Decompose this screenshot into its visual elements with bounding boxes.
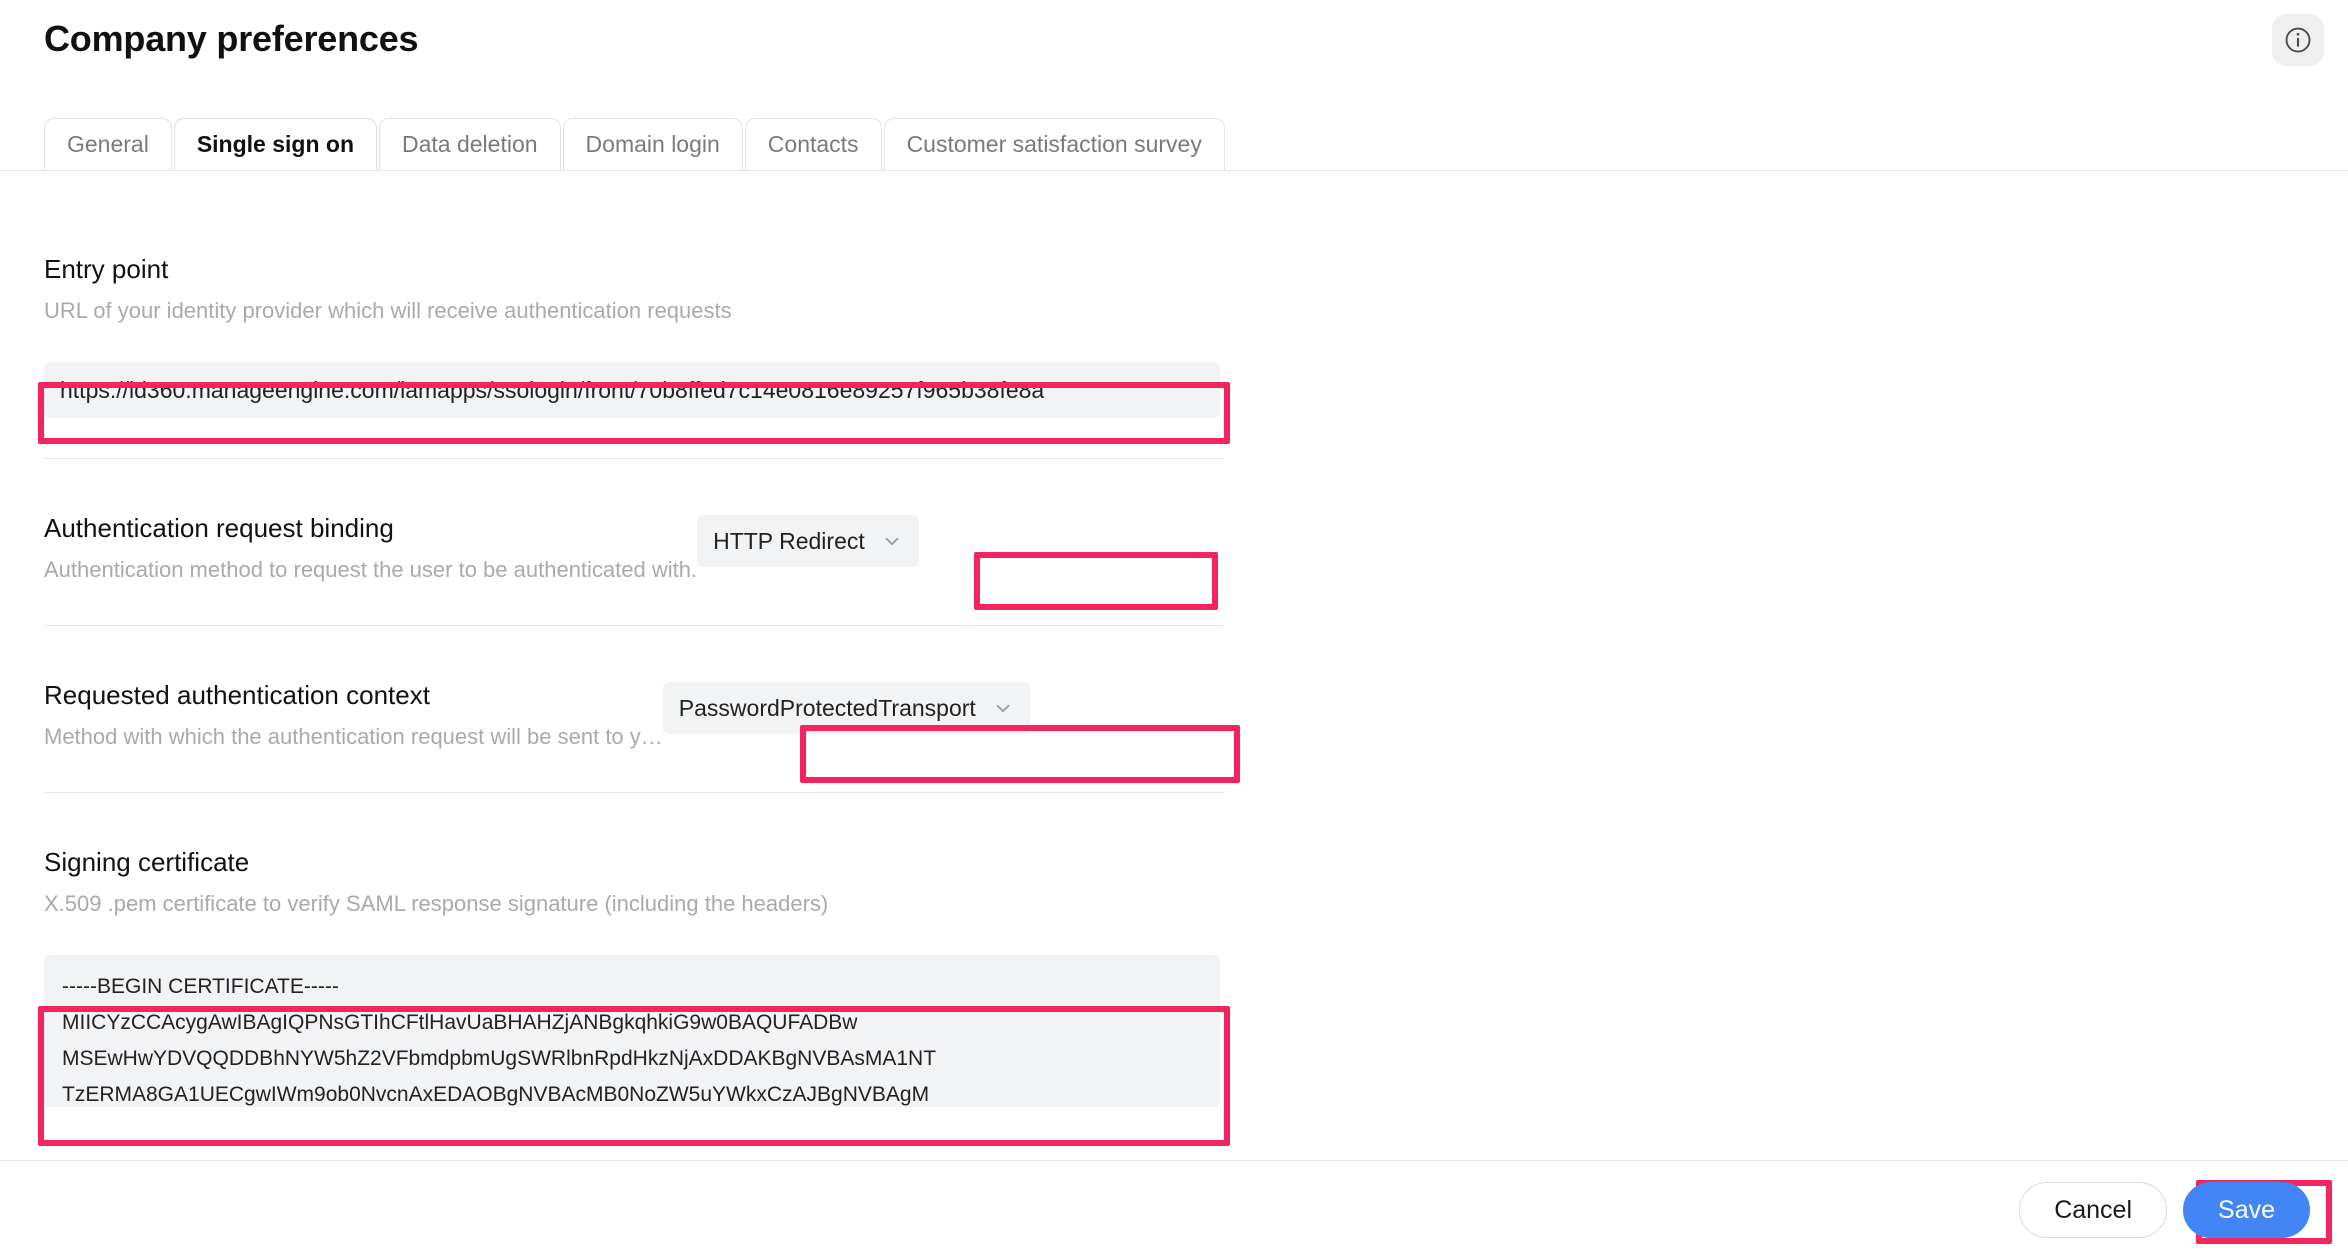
- field-label: Entry point: [44, 252, 844, 286]
- field-description: URL of your identity provider which will…: [44, 296, 844, 326]
- tab-general[interactable]: General: [44, 118, 172, 170]
- field-signing-certificate-texts: Signing certificate X.509 .pem certifica…: [44, 845, 844, 919]
- field-label: Signing certificate: [44, 845, 844, 879]
- page-title: Company preferences: [44, 18, 418, 60]
- save-button[interactable]: Save: [2183, 1182, 2310, 1238]
- tab-label: Single sign on: [197, 131, 354, 158]
- tabs-underline: [0, 170, 2348, 171]
- requested-auth-context-select[interactable]: PasswordProtectedTransport: [663, 682, 1030, 734]
- field-description: Authentication method to request the use…: [44, 555, 697, 585]
- field-entry-point-texts: Entry point URL of your identity provide…: [44, 252, 844, 326]
- info-circle-icon[interactable]: [2272, 14, 2324, 66]
- tab-label: Customer satisfaction survey: [907, 131, 1202, 158]
- auth-request-binding-select[interactable]: HTTP Redirect: [697, 515, 919, 567]
- field-auth-request-binding-texts: Authentication request binding Authentic…: [44, 511, 697, 585]
- field-label: Authentication request binding: [44, 511, 697, 545]
- form-actions: Cancel Save: [2019, 1182, 2310, 1238]
- footer-divider: [0, 1160, 2348, 1161]
- field-signing-certificate: Signing certificate X.509 .pem certifica…: [44, 793, 1224, 1107]
- signing-certificate-textarea[interactable]: -----BEGIN CERTIFICATE----- MIICYzCCAcyg…: [44, 955, 1220, 1107]
- select-value: PasswordProtectedTransport: [679, 695, 976, 722]
- tab-domain-login[interactable]: Domain login: [563, 118, 743, 170]
- tab-label: Data deletion: [402, 131, 538, 158]
- field-requested-auth-context: Requested authentication context Method …: [44, 626, 1224, 793]
- field-requested-auth-context-texts: Requested authentication context Method …: [44, 678, 663, 752]
- field-auth-request-binding: Authentication request binding Authentic…: [44, 459, 1224, 626]
- tab-data-deletion[interactable]: Data deletion: [379, 118, 561, 170]
- company-preferences-page: Company preferences General Single sign …: [0, 0, 2348, 1260]
- field-label: Requested authentication context: [44, 678, 663, 712]
- field-auth-request-binding-row: Authentication request binding Authentic…: [44, 511, 1224, 585]
- tab-label: Domain login: [586, 131, 720, 158]
- preferences-tabs: General Single sign on Data deletion Dom…: [44, 118, 1227, 170]
- chevron-down-icon: [881, 530, 903, 552]
- entry-point-input[interactable]: https://id360.manageengine.com/iamapps/s…: [44, 362, 1220, 418]
- tab-single-sign-on[interactable]: Single sign on: [174, 118, 377, 170]
- field-requested-auth-context-row: Requested authentication context Method …: [44, 678, 1224, 752]
- field-description: Method with which the authentication req…: [44, 722, 663, 752]
- tab-customer-satisfaction-survey[interactable]: Customer satisfaction survey: [884, 118, 1225, 170]
- field-description: X.509 .pem certificate to verify SAML re…: [44, 889, 844, 919]
- sso-settings-form: Entry point URL of your identity provide…: [44, 200, 1224, 1107]
- chevron-down-icon: [992, 697, 1014, 719]
- cancel-button[interactable]: Cancel: [2019, 1182, 2167, 1238]
- select-value: HTTP Redirect: [713, 528, 865, 555]
- field-entry-point: Entry point URL of your identity provide…: [44, 200, 1224, 459]
- tab-label: Contacts: [768, 131, 859, 158]
- tab-label: General: [67, 131, 149, 158]
- tab-contacts[interactable]: Contacts: [745, 118, 882, 170]
